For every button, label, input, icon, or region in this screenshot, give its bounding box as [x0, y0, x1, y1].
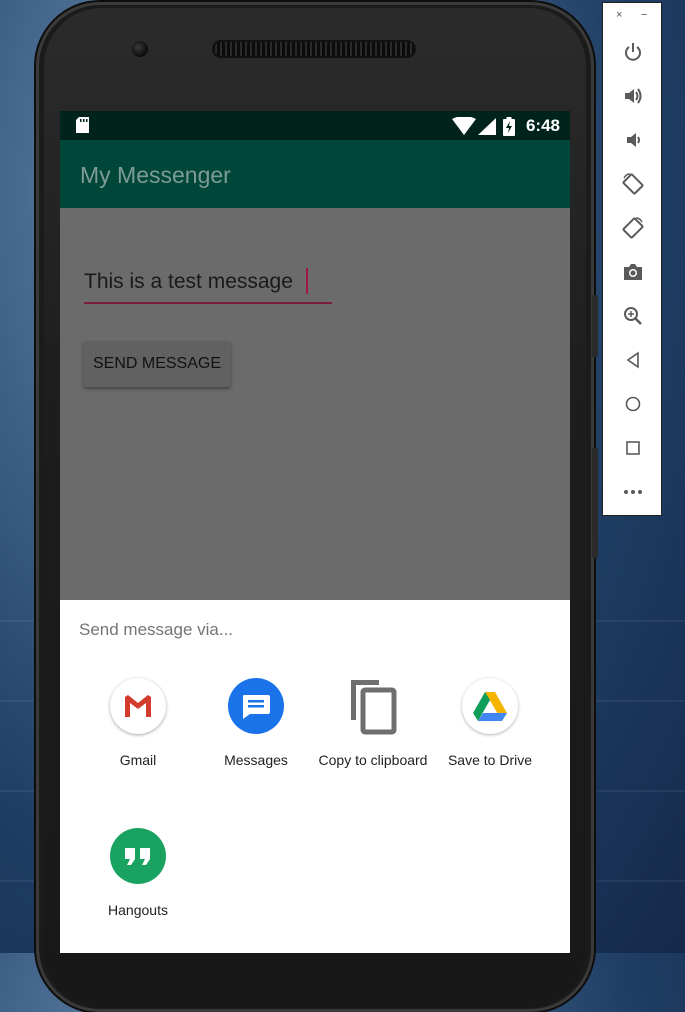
zoom-icon	[624, 307, 642, 325]
camera-icon	[624, 264, 642, 280]
signal-icon	[478, 118, 496, 135]
back-icon	[626, 351, 639, 369]
share-target-label: Copy to clipboard	[318, 752, 428, 768]
overview-button[interactable]	[620, 435, 646, 461]
wifi-icon	[452, 117, 476, 135]
volume-down-button[interactable]	[620, 127, 646, 153]
home-icon	[625, 396, 641, 412]
share-target-drive[interactable]: Save to Drive	[431, 678, 549, 768]
rotate-left-icon	[622, 173, 644, 195]
more-button[interactable]	[620, 479, 646, 505]
share-sheet-title: Send message via...	[79, 620, 234, 639]
share-target-label: Save to Drive	[447, 752, 533, 768]
app-title: My Messenger	[80, 162, 231, 188]
rotate-left-button[interactable]	[620, 171, 646, 197]
side-button	[592, 448, 598, 558]
power-button[interactable]	[620, 39, 646, 65]
volume-up-icon	[625, 88, 642, 104]
sd-card-icon	[76, 117, 89, 133]
send-message-button[interactable]: SEND MESSAGE	[83, 341, 231, 387]
battery-charging-icon	[503, 117, 515, 136]
back-button[interactable]	[620, 347, 646, 373]
share-target-hangouts[interactable]: Hangouts	[79, 828, 197, 918]
side-button	[592, 295, 598, 357]
earpiece-speaker	[212, 40, 416, 58]
drive-icon	[462, 678, 518, 734]
app-bar: My Messenger	[60, 140, 570, 208]
status-bar: 6:48	[60, 111, 570, 140]
rotate-right-button[interactable]	[620, 215, 646, 241]
share-target-label: Messages	[224, 752, 288, 768]
hangouts-icon	[110, 828, 166, 884]
share-target-copy[interactable]: Copy to clipboard	[314, 678, 432, 768]
share-target-label: Gmail	[119, 752, 157, 768]
status-time: 6:48	[525, 116, 560, 135]
copy-icon	[345, 678, 401, 735]
share-sheet: Send message via... Gmail Messages Copy …	[60, 600, 570, 953]
screenshot-button[interactable]	[620, 259, 646, 285]
overview-icon	[626, 441, 640, 455]
volume-down-icon	[627, 133, 640, 147]
text-cursor	[306, 268, 308, 294]
minimize-window-button[interactable]: −	[641, 9, 647, 21]
more-icon	[624, 490, 642, 494]
home-button[interactable]	[620, 391, 646, 417]
toolbar-window-controls: × −	[603, 9, 663, 23]
volume-up-button[interactable]	[620, 83, 646, 109]
gmail-icon	[110, 678, 166, 734]
message-input[interactable]	[84, 266, 332, 304]
rotate-right-icon	[622, 217, 644, 239]
share-target-label: Hangouts	[108, 902, 168, 918]
power-icon	[625, 43, 641, 61]
close-window-button[interactable]: ×	[616, 9, 622, 21]
share-target-gmail[interactable]: Gmail	[79, 678, 197, 768]
zoom-button[interactable]	[620, 303, 646, 329]
front-camera	[132, 41, 148, 57]
device-screen: 6:48 My Messenger SEND MESSAGE Send mess…	[60, 111, 570, 953]
share-target-messages[interactable]: Messages	[197, 678, 315, 768]
messages-icon	[228, 678, 284, 734]
emulator-toolbar: × −	[602, 2, 662, 516]
